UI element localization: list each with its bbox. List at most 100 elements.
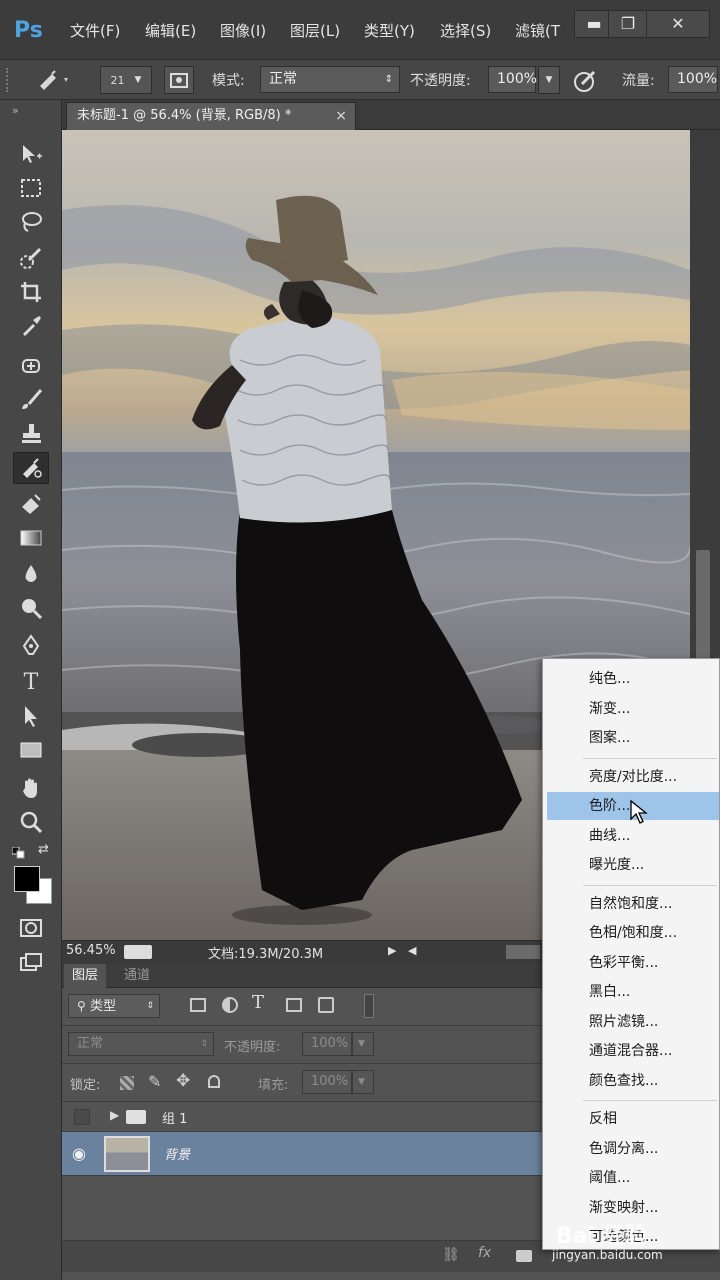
brush-size-picker[interactable]: 21 ▼ [100,66,152,94]
opacity-input[interactable]: 100% [488,66,537,93]
menu-item[interactable]: 自然饱和度... [547,890,719,918]
blend-mode-select[interactable]: 正常 ⇕ [68,1032,214,1056]
healing-brush-tool-icon[interactable] [13,452,49,484]
hand-tool-icon[interactable] [13,772,49,804]
brush-size-value: 21 [110,73,125,87]
close-window-button[interactable]: ✕ [646,10,710,38]
zoom-level[interactable]: 56.45% [66,943,116,958]
default-colors-icon[interactable] [11,844,26,859]
scroll-left-arrow-icon[interactable]: ◀ [408,944,416,957]
menu-edit[interactable]: 编辑(E) [145,20,196,41]
collapse-panel-icon[interactable]: » [12,104,19,117]
filter-pixel-layer-icon[interactable] [190,998,206,1012]
filter-type-layer-icon[interactable]: T [252,992,264,1013]
spot-healing-tool-preset-icon[interactable] [36,68,72,92]
lock-image-pixels-icon[interactable]: ✎ [148,1072,161,1091]
type-tool-icon[interactable]: T [13,666,49,698]
status-menu-arrow-icon[interactable]: ▶ [388,944,396,957]
flow-input[interactable]: 100% [668,66,718,93]
fill-dropdown[interactable]: ▼ [352,1070,374,1094]
menu-layer[interactable]: 图层(L) [290,20,340,41]
menu-item[interactable]: 照片滤镜... [547,1008,719,1036]
opacity-dropdown-button[interactable]: ▼ [538,66,560,94]
filter-shape-layer-icon[interactable] [286,998,302,1012]
menu-select[interactable]: 选择(S) [440,20,491,41]
mode-value: 正常 [269,71,297,87]
lock-position-icon[interactable]: ✥ [176,1071,190,1091]
filter-smart-object-icon[interactable] [318,997,334,1013]
layer-opacity-label: 不透明度: [224,1040,281,1055]
link-layers-icon[interactable]: ⛓ [442,1247,460,1263]
menu-item[interactable]: 颜色查找... [547,1067,719,1095]
clone-stamp-tool-icon[interactable] [13,418,49,450]
sample-all-layers-icon[interactable] [164,66,194,94]
lock-transparent-pixels-icon[interactable] [120,1076,134,1090]
menu-item[interactable]: 黑白... [547,978,719,1006]
layer-opacity-input[interactable]: 100% [302,1032,352,1056]
path-selection-tool-icon[interactable] [13,700,49,732]
move-tool-icon[interactable] [13,138,49,170]
chevron-down-icon: ▼ [545,75,553,85]
foreground-color-swatch[interactable] [14,866,40,892]
filter-adjustment-layer-icon[interactable] [222,997,238,1013]
menu-item[interactable]: 通道混合器... [547,1037,719,1065]
marquee-tool-icon[interactable] [13,172,49,204]
visibility-toggle-empty[interactable] [74,1109,90,1125]
eyedropper-tool-icon[interactable] [13,310,49,342]
crop-tool-icon[interactable] [13,276,49,308]
lasso-tool-icon[interactable] [13,206,49,238]
lock-all-icon[interactable] [208,1075,220,1088]
airbrush-pressure-icon[interactable] [572,68,600,94]
horizontal-scrollbar-thumb[interactable] [506,945,540,959]
tab-channels[interactable]: 通道 [116,964,158,988]
expand-group-icon[interactable]: ▶ [110,1108,119,1122]
swap-colors-icon[interactable]: ⇄ [38,842,49,857]
brush-tool-icon[interactable] [13,384,49,416]
quick-mask-icon[interactable] [13,912,49,944]
document-tab[interactable]: 未标题-1 @ 56.4% (背景, RGB/8) * × [66,102,356,130]
tab-layers[interactable]: 图层 [64,964,107,988]
options-bar: 21 ▼ 模式: 正常 ⇕ 不透明度: 100% ▼ 流量: 100% [0,60,720,100]
menu-item[interactable]: 阈值... [547,1164,719,1192]
layer-opacity-dropdown[interactable]: ▼ [352,1032,374,1056]
close-tab-icon[interactable]: × [335,103,347,129]
zoom-tool-icon[interactable] [13,806,49,838]
menu-item[interactable]: 反相 [547,1105,719,1133]
menu-item[interactable]: 色彩平衡... [547,949,719,977]
restore-button[interactable]: ❐ [608,10,648,38]
search-icon: ⚲ [77,999,86,1013]
fill-input[interactable]: 100% [302,1070,352,1094]
mode-label: 模式: [212,73,245,89]
rectangle-tool-icon[interactable] [13,734,49,766]
pen-tool-icon[interactable] [13,630,49,662]
menu-separator [583,1100,717,1101]
eraser-tool-icon[interactable] [13,488,49,520]
layer-style-icon[interactable]: fx [478,1245,491,1261]
menu-file[interactable]: 文件(F) [70,20,120,41]
menu-item[interactable]: 色调分离... [547,1135,719,1163]
menu-filter[interactable]: 滤镜(T [515,20,560,41]
menu-item[interactable]: 图案... [547,724,719,752]
menu-item[interactable]: 渐变... [547,695,719,723]
menu-type[interactable]: 类型(Y) [364,20,415,41]
eye-icon[interactable]: ◉ [72,1144,86,1163]
add-mask-icon[interactable] [516,1250,532,1262]
screen-mode-icon[interactable] [13,946,49,978]
menu-item[interactable]: 亮度/对比度... [547,763,719,791]
spot-healing-tool-icon[interactable] [13,350,49,382]
layer-filter-kind-select[interactable]: ⚲ 类型 ⇕ [68,994,160,1018]
quick-selection-tool-icon[interactable] [13,242,49,274]
menu-item[interactable]: 曲线... [547,822,719,850]
watermark-logo: Bai 经验 [556,1224,647,1249]
filter-toggle-switch[interactable] [364,994,374,1018]
blur-tool-icon[interactable] [13,558,49,590]
gradient-tool-icon[interactable] [13,522,49,554]
document-title: 未标题-1 @ 56.4% (背景, RGB/8) * [77,108,292,123]
menu-image[interactable]: 图像(I) [220,20,266,41]
mode-select[interactable]: 正常 ⇕ [260,66,400,93]
status-preview-icon[interactable] [124,945,152,959]
menu-item[interactable]: 曝光度... [547,851,719,879]
menu-item[interactable]: 纯色... [547,665,719,693]
dodge-tool-icon[interactable] [13,592,49,624]
menu-item[interactable]: 色相/饱和度... [547,919,719,947]
